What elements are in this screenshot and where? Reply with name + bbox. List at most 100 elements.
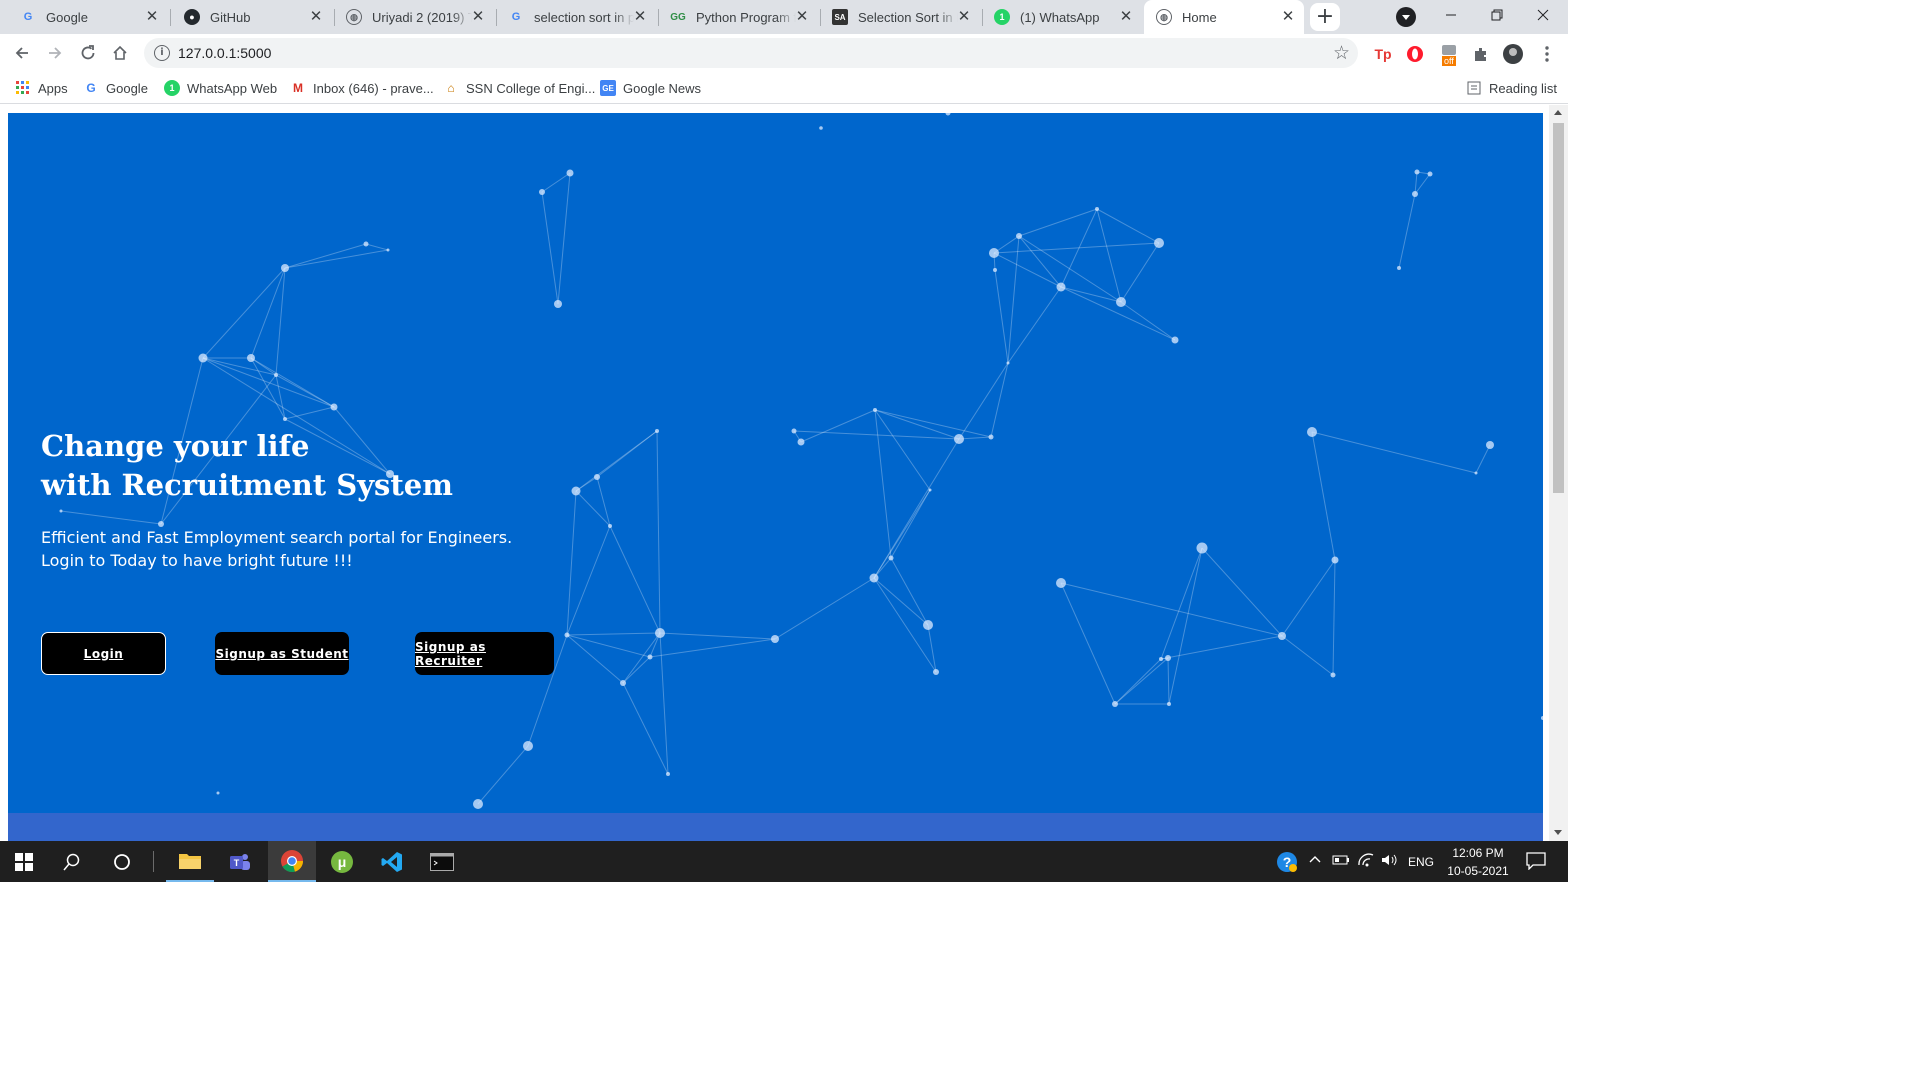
signup-student-button[interactable]: Signup as Student	[215, 632, 349, 675]
tab-home[interactable]: ◍ Home ✕	[1144, 0, 1304, 34]
tab-title: Uriyadi 2 (2019) Ta	[372, 9, 472, 25]
scrollbar-thumb[interactable]	[1553, 123, 1564, 493]
terminal-icon	[430, 852, 454, 871]
bookmark-whatsapp-web[interactable]: 1 WhatsApp Web	[164, 78, 277, 98]
forward-button[interactable]	[42, 40, 68, 66]
extensions-puzzle-icon[interactable]	[1470, 43, 1492, 65]
file-explorer-button[interactable]	[166, 841, 214, 882]
close-icon[interactable]: ✕	[1118, 9, 1134, 25]
network-link	[250, 267, 286, 359]
help-icon[interactable]: ?	[1276, 851, 1298, 876]
login-button[interactable]: Login	[41, 632, 166, 675]
terminal-button[interactable]	[418, 841, 466, 882]
network-link	[774, 577, 875, 640]
url-text[interactable]: 127.0.0.1:5000	[178, 45, 271, 61]
close-icon[interactable]: ✕	[470, 9, 486, 25]
signup-recruiter-button[interactable]: Signup as Recruiter	[415, 632, 554, 675]
bookmark-star-icon[interactable]: ☆	[1333, 42, 1350, 64]
close-icon[interactable]: ✕	[144, 9, 160, 25]
profile-avatar[interactable]	[1502, 43, 1524, 65]
tab-python-program[interactable]: GG Python Program f ✕	[658, 0, 818, 34]
utorrent-button[interactable]: μ	[318, 841, 366, 882]
tab-google[interactable]: G Google ✕	[8, 0, 168, 34]
browser-toolbar: i 127.0.0.1:5000 ☆ Tp off	[0, 34, 1568, 72]
tab-uriyadi[interactable]: ◍ Uriyadi 2 (2019) Ta ✕	[334, 0, 494, 34]
network-node	[933, 669, 939, 675]
tp-extension-icon[interactable]: Tp	[1372, 43, 1394, 65]
start-button[interactable]	[0, 841, 48, 882]
reading-list-button[interactable]: Reading list	[1466, 78, 1557, 98]
network-link	[1414, 171, 1418, 195]
network-link	[622, 682, 669, 775]
close-window-button[interactable]	[1520, 0, 1566, 32]
page-scrollbar[interactable]	[1549, 105, 1568, 841]
network-link	[659, 632, 776, 640]
svg-text:μ: μ	[338, 854, 347, 870]
network-link	[993, 252, 1062, 288]
network-link	[541, 191, 559, 305]
tab-title: GitHub	[210, 9, 251, 25]
back-button[interactable]	[9, 40, 35, 66]
subtext-line-2: Login to Today to have bright future !!!	[41, 551, 353, 570]
chevron-up-icon[interactable]	[1308, 853, 1322, 870]
network-node	[1116, 297, 1126, 307]
extension-off-icon[interactable]: off	[1440, 43, 1462, 66]
search-button[interactable]	[48, 841, 96, 882]
close-icon[interactable]: ✕	[956, 9, 972, 25]
network-link	[800, 409, 876, 443]
network-link	[958, 362, 1009, 440]
vscode-button[interactable]	[368, 841, 416, 882]
taskbar-divider	[153, 851, 154, 872]
network-link	[1120, 242, 1160, 303]
close-icon[interactable]: ✕	[308, 9, 324, 25]
network-node	[539, 189, 545, 195]
geeksforgeeks-icon: GG	[670, 11, 686, 23]
minimize-button[interactable]	[1428, 0, 1474, 32]
bookmark-google[interactable]: G Google	[83, 78, 148, 98]
bookmark-apps[interactable]: Apps	[15, 78, 68, 98]
tab-whatsapp[interactable]: 1 (1) WhatsApp ✕	[982, 0, 1142, 34]
bookmark-inbox[interactable]: M Inbox (646) - prave...	[290, 78, 434, 98]
volume-icon[interactable]	[1381, 853, 1399, 870]
restore-icon	[1491, 9, 1503, 21]
opera-extension-icon[interactable]	[1404, 43, 1426, 65]
tab-search-icon[interactable]	[1396, 7, 1416, 27]
more-menu-icon[interactable]	[1536, 43, 1558, 65]
network-node	[771, 635, 779, 643]
tab-title: Home	[1182, 9, 1217, 25]
network-node	[928, 488, 932, 492]
tab-selection-sort[interactable]: SA Selection Sort in P ✕	[820, 0, 980, 34]
chrome-button[interactable]	[268, 841, 316, 882]
network-node	[1474, 471, 1478, 475]
network-link	[1060, 286, 1122, 303]
bookmark-google-news[interactable]: GE Google News	[600, 78, 701, 98]
home-button[interactable]	[107, 40, 133, 66]
action-center-icon[interactable]	[1526, 852, 1546, 873]
wifi-icon[interactable]	[1357, 853, 1375, 870]
system-clock[interactable]: 12:06 PM 10-05-2021	[1440, 844, 1516, 880]
scroll-up-icon[interactable]	[1554, 110, 1562, 115]
network-node	[523, 741, 533, 751]
bookmark-ssn-college[interactable]: ⌂ SSN College of Engi...	[443, 78, 595, 98]
whatsapp-icon: 1	[164, 80, 180, 96]
close-icon[interactable]: ✕	[632, 9, 648, 25]
restore-button[interactable]	[1474, 0, 1520, 32]
network-link	[1168, 547, 1203, 705]
tab-selection-sort-search[interactable]: G selection sort in p ✕	[496, 0, 656, 34]
battery-icon[interactable]	[1332, 853, 1350, 870]
cortana-button[interactable]	[98, 841, 146, 882]
close-icon[interactable]: ✕	[1280, 9, 1296, 25]
reload-button[interactable]	[75, 40, 101, 66]
new-tab-button[interactable]: +	[1310, 3, 1340, 31]
teams-button[interactable]: T	[216, 841, 264, 882]
tab-github[interactable]: ● GitHub ✕	[172, 0, 332, 34]
network-node	[1414, 169, 1420, 175]
scroll-down-icon[interactable]	[1554, 830, 1562, 835]
chrome-icon	[281, 849, 303, 872]
network-node	[993, 268, 997, 272]
site-info-icon[interactable]: i	[154, 45, 170, 61]
language-indicator[interactable]: ENG	[1408, 855, 1434, 869]
address-bar[interactable]: i 127.0.0.1:5000 ☆	[144, 38, 1358, 68]
network-node	[988, 434, 994, 440]
close-icon[interactable]: ✕	[794, 9, 810, 25]
